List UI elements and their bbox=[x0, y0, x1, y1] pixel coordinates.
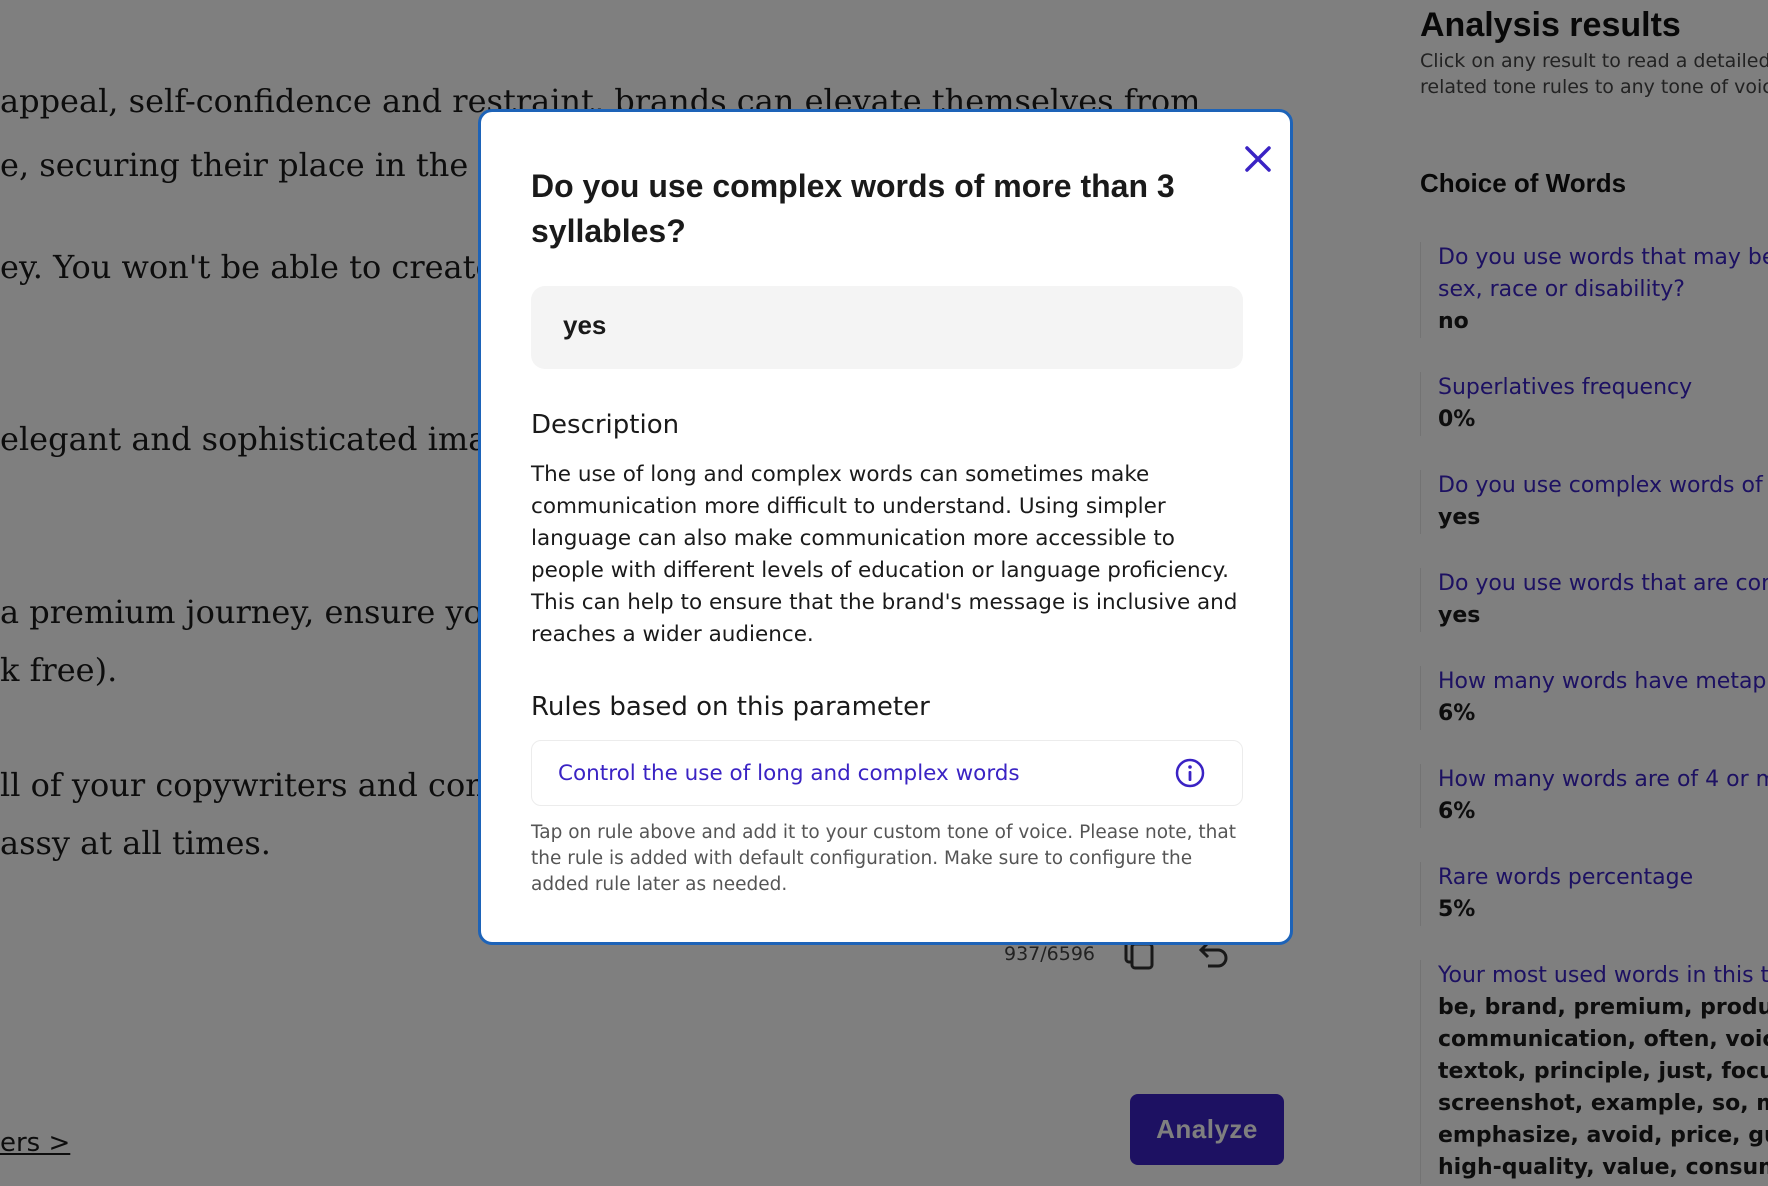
modal-title: Do you use complex words of more than 3 … bbox=[531, 168, 1175, 249]
rule-note: Tap on rule above and add it to your cus… bbox=[531, 822, 1236, 895]
description-heading: Description bbox=[531, 410, 680, 440]
description-text: The use of long and complex words can so… bbox=[531, 462, 1238, 647]
close-icon[interactable] bbox=[1239, 140, 1277, 178]
rules-heading: Rules based on this parameter bbox=[531, 692, 930, 722]
answer-value: yes bbox=[563, 310, 607, 340]
rule-label: Control the use of long and complex word… bbox=[558, 761, 1020, 786]
result-detail-modal: Do you use complex words of more than 3 … bbox=[478, 109, 1293, 945]
rule-card[interactable]: Control the use of long and complex word… bbox=[531, 740, 1243, 806]
info-icon[interactable] bbox=[1174, 757, 1206, 789]
answer-box: yes bbox=[531, 286, 1243, 369]
